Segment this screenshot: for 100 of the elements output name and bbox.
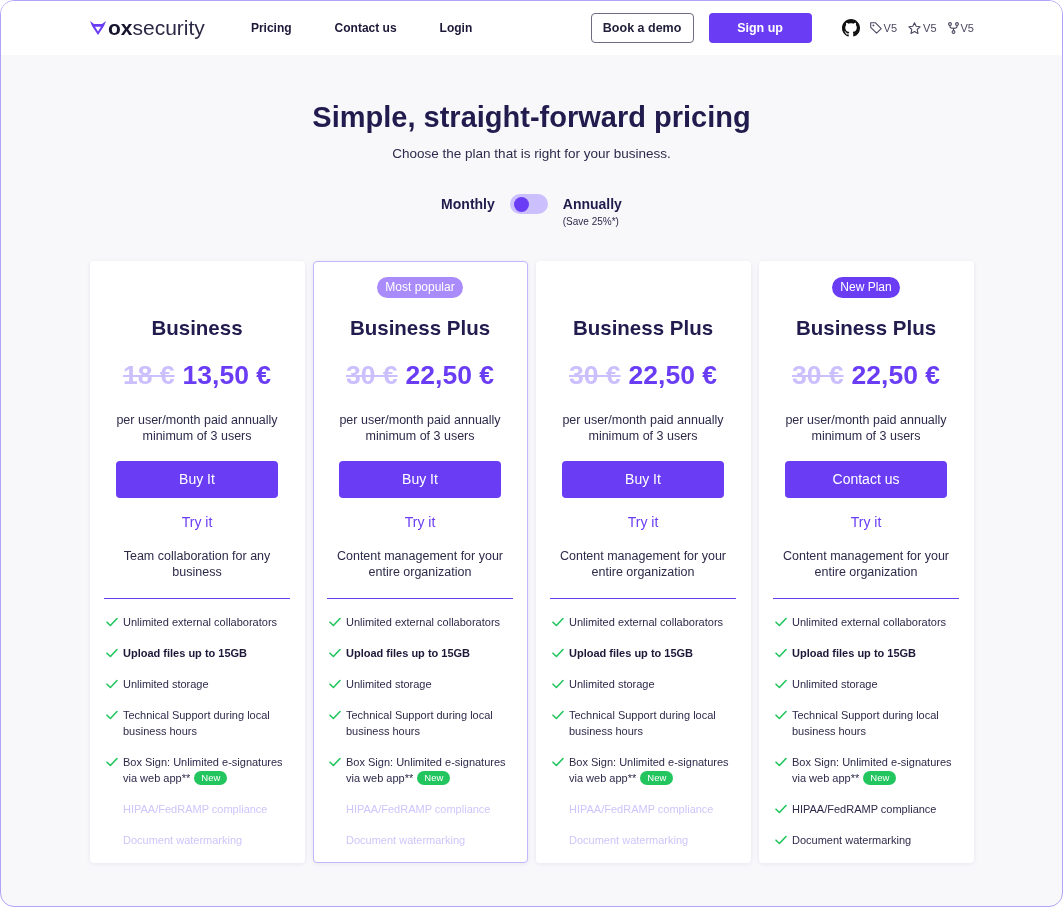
new-badge: New — [417, 771, 451, 785]
monthly-label: Monthly — [441, 195, 495, 214]
old-price: 30 € — [569, 358, 621, 392]
feature-text: Unlimited storage — [123, 678, 209, 690]
tag-count: V5 — [883, 22, 898, 34]
feature-text: Technical Support during local business hours — [346, 709, 493, 737]
feature-text: Unlimited external collaborators — [123, 616, 278, 628]
feature-text: Document watermarking — [792, 834, 912, 846]
feature-text: via web app** — [123, 772, 191, 784]
plan-price: 13,50 € — [182, 358, 271, 392]
plan-name: Business Plus — [795, 314, 937, 341]
check-icon — [552, 617, 564, 627]
feature-text: via web app** — [346, 772, 414, 784]
old-price: 30 € — [346, 358, 398, 392]
feature-text: Box Sign: Unlimited e-signatures — [792, 756, 952, 768]
feature-text: Document watermarking — [123, 834, 243, 846]
feature-text: via web app** — [792, 772, 860, 784]
try-it-link[interactable]: Try it — [850, 512, 882, 531]
feature-text: HIPAA/FedRAMP compliance — [792, 803, 937, 815]
brand-name: oxsecurity — [108, 16, 205, 40]
feature-text: HIPAA/FedRAMP compliance — [569, 803, 714, 815]
nav-link[interactable]: Pricing — [250, 21, 292, 35]
check-icon — [552, 648, 564, 658]
feature-text: Technical Support during local business hours — [792, 709, 939, 737]
feature-text: Document watermarking — [346, 834, 466, 846]
check-icon — [775, 679, 787, 689]
old-price: 30 € — [792, 358, 844, 392]
page-subtitle: Choose the plan that is right for your business. — [392, 145, 671, 163]
buy-button[interactable]: Buy It — [562, 460, 724, 498]
check-icon — [106, 679, 118, 689]
check-icon — [775, 617, 787, 627]
plan-badge: Most popular — [377, 276, 463, 298]
new-badge: New — [863, 771, 897, 785]
new-badge: New — [640, 771, 674, 785]
check-icon — [329, 710, 341, 720]
old-price: 18 € — [123, 358, 175, 392]
plan-name: Business — [151, 314, 243, 341]
feature-text: Box Sign: Unlimited e-signatures — [123, 756, 283, 768]
tag-icon — [869, 22, 882, 34]
feature-text: Upload files up to 15GB — [792, 647, 917, 659]
check-icon — [552, 679, 564, 689]
feature-text: Technical Support during local business hours — [569, 709, 716, 737]
feature-text: Document watermarking — [569, 834, 689, 846]
annually-label: Annually — [562, 195, 622, 214]
billing-terms: per user/month paid annually minimum of 3 users — [561, 411, 725, 444]
page-title: Simple, straight-forward pricing — [312, 100, 751, 135]
billing-toggle[interactable] — [509, 194, 548, 214]
plan-name: Business Plus — [572, 314, 714, 341]
nav-link[interactable]: Login — [439, 21, 473, 35]
feature-text: via web app** — [569, 772, 637, 784]
try-it-link[interactable]: Try it — [404, 512, 436, 531]
github-icon[interactable] — [841, 19, 860, 37]
check-icon — [775, 804, 787, 814]
billing-terms: per user/month paid annually minimum of 3 users — [784, 411, 948, 444]
billing-terms: per user/month paid annually minimum of 3 users — [338, 411, 502, 444]
feature-text: Unlimited storage — [792, 678, 878, 690]
new-badge: New — [194, 771, 228, 785]
plan-badge: New Plan — [832, 276, 900, 298]
check-icon — [775, 835, 787, 845]
buy-button[interactable]: Contact us — [785, 460, 947, 498]
feature-text: Unlimited external collaborators — [569, 616, 724, 628]
plan-name: Business Plus — [349, 314, 491, 341]
feature-text: Upload files up to 15GB — [123, 647, 248, 659]
book-demo-button[interactable]: Book a demo — [590, 13, 694, 43]
feature-text: Upload files up to 15GB — [569, 647, 694, 659]
feature-text: HIPAA/FedRAMP compliance — [123, 803, 268, 815]
fork-icon — [947, 22, 959, 34]
star-count: V5 — [923, 22, 937, 34]
billing-terms: per user/month paid annually minimum of 3 users — [115, 411, 279, 444]
plan-price: 22,50 € — [405, 358, 494, 392]
feature-text: Technical Support during local business hours — [123, 709, 270, 737]
plan-description: Team collaboration for any business — [122, 547, 272, 580]
check-icon — [106, 617, 118, 627]
check-icon — [552, 710, 564, 720]
check-icon — [106, 710, 118, 720]
plan-description: Content management for your entire organization — [558, 547, 728, 580]
check-icon — [775, 648, 787, 658]
feature-text: HIPAA/FedRAMP compliance — [346, 803, 491, 815]
feature-text: Unlimited storage — [569, 678, 655, 690]
check-icon — [329, 617, 341, 627]
nav-link[interactable]: Contact us — [334, 21, 397, 35]
buy-button[interactable]: Buy It — [339, 460, 501, 498]
plan-description: Content management for your entire organization — [781, 547, 951, 580]
check-icon — [106, 757, 118, 767]
check-icon — [329, 757, 341, 767]
plan-price: 22,50 € — [851, 358, 940, 392]
check-icon — [329, 648, 341, 658]
logo-icon — [90, 21, 106, 35]
sign-up-button[interactable]: Sign up — [708, 13, 812, 43]
try-it-link[interactable]: Try it — [181, 512, 213, 531]
check-icon — [775, 757, 787, 767]
feature-text: Box Sign: Unlimited e-signatures — [569, 756, 729, 768]
try-it-link[interactable]: Try it — [627, 512, 659, 531]
feature-text: Unlimited external collaborators — [346, 616, 501, 628]
star-icon — [908, 22, 922, 34]
feature-text: Upload files up to 15GB — [346, 647, 471, 659]
buy-button[interactable]: Buy It — [116, 460, 278, 498]
plan-price: 22,50 € — [628, 358, 717, 392]
feature-text: Unlimited storage — [346, 678, 432, 690]
check-icon — [552, 757, 564, 767]
